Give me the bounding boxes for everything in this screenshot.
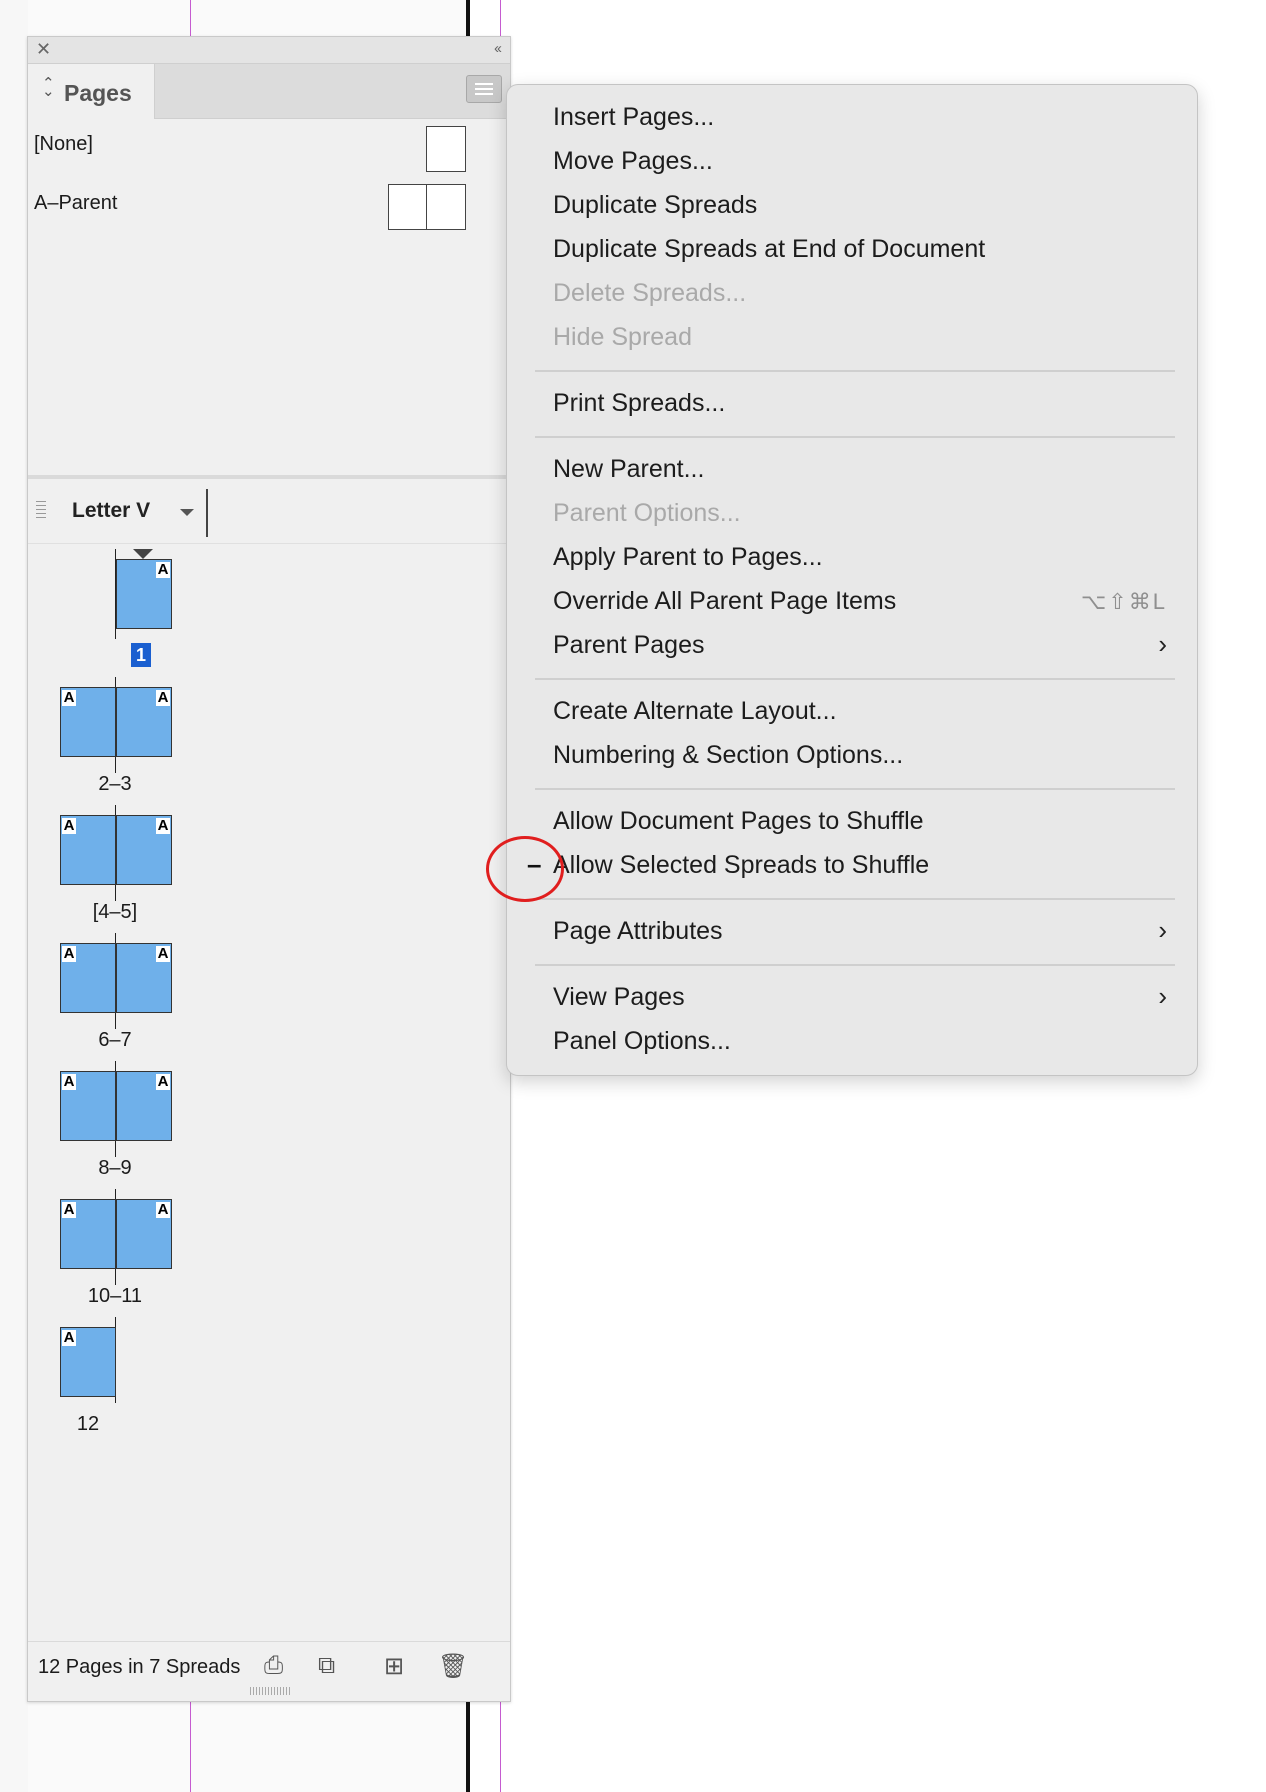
panel-footer: 12 Pages in 7 Spreads ⎙ ⧉ ⊞ 🗑 [28, 1641, 510, 1690]
parent-marker: A [62, 689, 76, 706]
new-page-icon[interactable]: ⊞ [384, 1652, 404, 1681]
delete-page-icon[interactable]: 🗑 [438, 1652, 468, 1681]
chevron-right-icon: › [1158, 915, 1167, 945]
page-thumbnail[interactable]: A [60, 687, 116, 757]
spread-label-selected[interactable]: 1 [131, 643, 151, 667]
parent-marker: A [156, 1201, 170, 1218]
menu-item-insert-pages[interactable]: Insert Pages... [553, 103, 714, 132]
menu-item-page-attributes[interactable]: Page Attributes [553, 917, 723, 946]
page-size-row: Letter V [28, 483, 510, 544]
spread-label[interactable]: 12 [43, 1413, 133, 1436]
menu-item-allow-document-shuffle[interactable]: Allow Document Pages to Shuffle [553, 807, 924, 836]
spread-label[interactable]: 6–7 [70, 1029, 160, 1052]
pages-panel: ✕ ‹‹ ⌃ ⌄ Pages [None] A–Parent Letter V A… [27, 36, 511, 1702]
page-thumbnail[interactable]: A [116, 1199, 172, 1269]
pages-panel-menu: Insert Pages... Move Pages... Duplicate … [506, 84, 1198, 1076]
menu-item-hide-spread: Hide Spread [553, 323, 692, 351]
page-thumbnail[interactable]: A [116, 815, 172, 885]
menu-item-duplicate-spreads-end[interactable]: Duplicate Spreads at End of Document [553, 235, 985, 264]
override-shortcut: ⌥⇧⌘L [1080, 589, 1167, 614]
parent-marker: A [156, 817, 170, 834]
menu-item-parent-options: Parent Options... [553, 499, 741, 527]
menu-separator [535, 788, 1175, 790]
grip-icon[interactable] [36, 501, 46, 519]
resize-grip-icon[interactable] [250, 1687, 290, 1695]
insertion-bar [206, 489, 208, 537]
menu-separator [535, 370, 1175, 372]
tab-pages-label: Pages [64, 80, 132, 106]
menu-item-panel-options[interactable]: Panel Options... [553, 1027, 731, 1056]
page-thumbnail[interactable]: A [116, 559, 172, 629]
page-thumbnail[interactable]: A [116, 1071, 172, 1141]
menu-separator [535, 964, 1175, 966]
collapse-panel-icon[interactable]: ‹‹ [494, 40, 502, 57]
menu-separator [535, 436, 1175, 438]
spread-label[interactable]: [4–5] [70, 901, 160, 924]
spread-label[interactable]: 10–11 [70, 1285, 160, 1308]
panel-tab-row: ⌃ ⌄ Pages [28, 64, 510, 119]
parent-marker: A [62, 1329, 76, 1346]
menu-item-print-spreads[interactable]: Print Spreads... [553, 389, 725, 418]
panel-menu-button[interactable] [466, 75, 502, 103]
spread-label[interactable]: 2–3 [70, 773, 160, 796]
parent-marker: A [156, 945, 170, 962]
parent-marker: A [62, 817, 76, 834]
edit-page-size-icon[interactable]: ⎙ [264, 1652, 283, 1680]
page-thumbnail[interactable]: A [116, 687, 172, 757]
menu-item-parent-pages[interactable]: Parent Pages [553, 631, 705, 660]
menu-item-create-alternate-layout[interactable]: Create Alternate Layout... [553, 697, 837, 726]
parent-a-right-thumbnail[interactable] [426, 184, 466, 230]
page-thumbnail[interactable]: A [60, 1327, 116, 1397]
menu-separator [535, 678, 1175, 680]
parent-none-thumbnail[interactable] [426, 126, 466, 172]
chevron-down-icon[interactable] [180, 509, 194, 516]
menu-item-override-parent-items[interactable]: Override All Parent Page Items [553, 587, 896, 616]
menu-item-numbering-section[interactable]: Numbering & Section Options... [553, 741, 903, 770]
page-thumbnail[interactable]: A [60, 1071, 116, 1141]
page-thumbnail[interactable]: A [60, 1199, 116, 1269]
panel-titlebar: ✕ ‹‹ [28, 37, 510, 64]
page-thumbnail[interactable]: A [116, 943, 172, 1013]
parent-a-left-thumbnail[interactable] [388, 184, 428, 230]
parent-marker: A [156, 561, 170, 578]
page-count-label: 12 Pages in 7 Spreads [38, 1656, 241, 1678]
parent-marker: A [62, 1201, 76, 1218]
menu-item-allow-selected-shuffle[interactable]: Allow Selected Spreads to Shuffle [553, 851, 929, 880]
parent-none-label[interactable]: [None] [34, 133, 93, 156]
parent-a-label[interactable]: A–Parent [34, 192, 117, 215]
menu-item-new-parent[interactable]: New Parent... [553, 455, 704, 484]
menu-item-duplicate-spreads[interactable]: Duplicate Spreads [553, 191, 757, 220]
parent-marker: A [62, 1073, 76, 1090]
chevron-right-icon: › [1158, 981, 1167, 1011]
parent-marker: A [156, 1073, 170, 1090]
canvas-pasteboard [0, 0, 28, 1792]
annotation-circle [486, 836, 564, 902]
parent-marker: A [62, 945, 76, 962]
menu-item-delete-spreads: Delete Spreads... [553, 279, 747, 307]
create-page-icon[interactable]: ⧉ [318, 1652, 335, 1680]
current-page-indicator-icon [133, 549, 153, 559]
menu-item-move-pages[interactable]: Move Pages... [553, 147, 713, 176]
spread-label[interactable]: 8–9 [70, 1157, 160, 1180]
close-icon[interactable]: ✕ [36, 39, 51, 60]
parent-marker: A [156, 689, 170, 706]
tab-pages[interactable]: ⌃ ⌄ Pages [28, 64, 155, 119]
menu-item-apply-parent[interactable]: Apply Parent to Pages... [553, 543, 823, 572]
page-size-label[interactable]: Letter V [72, 499, 150, 523]
panel-splitter[interactable] [28, 475, 510, 479]
tab-arrows-icon: ⌃ ⌄ [42, 75, 55, 100]
page-thumbnail[interactable]: A [60, 943, 116, 1013]
chevron-right-icon: › [1158, 629, 1167, 659]
menu-item-view-pages[interactable]: View Pages [553, 983, 685, 1012]
page-thumbnail[interactable]: A [60, 815, 116, 885]
menu-separator [535, 898, 1175, 900]
